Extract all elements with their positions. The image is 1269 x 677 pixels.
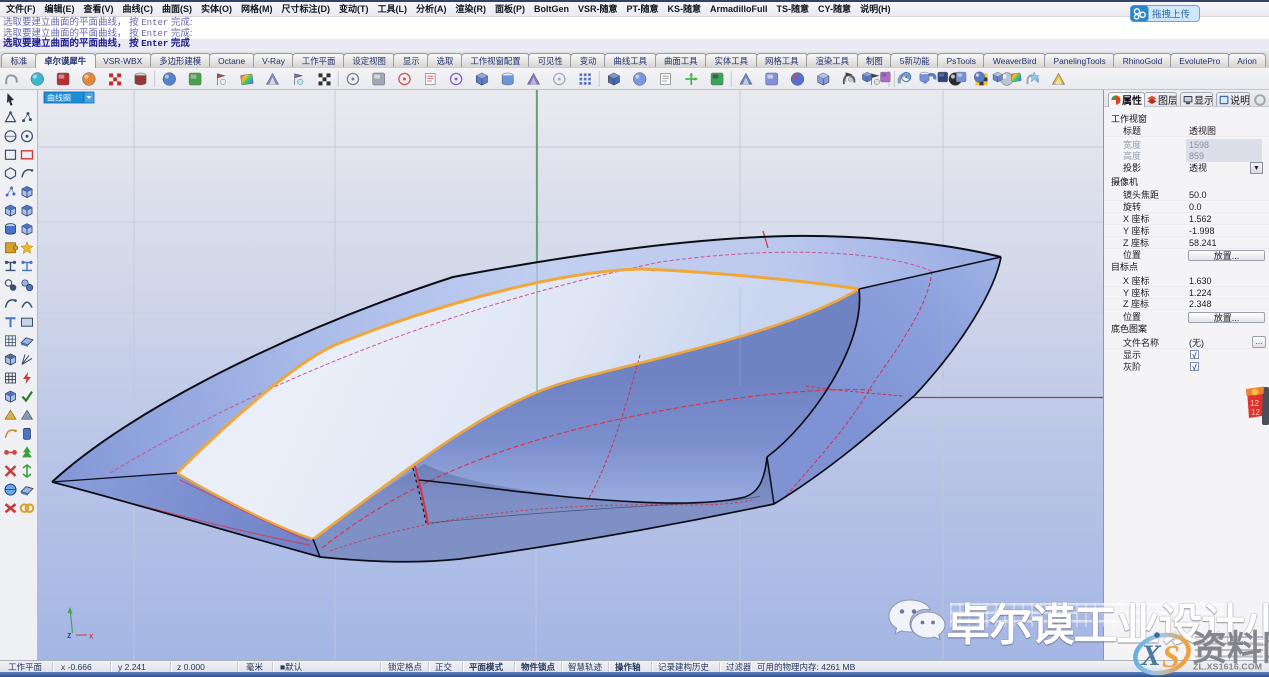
svg-text:z: z bbox=[67, 630, 72, 640]
svg-text:12: 12 bbox=[1250, 399, 1259, 408]
svg-text:ZL.XS1616.COM: ZL.XS1616.COM bbox=[1193, 662, 1262, 672]
svg-text:拖拽上传: 拖拽上传 bbox=[1152, 9, 1191, 21]
svg-text:曲线圈: 曲线圈 bbox=[47, 93, 71, 103]
svg-text:12: 12 bbox=[1251, 408, 1260, 417]
svg-text:S: S bbox=[1162, 638, 1180, 674]
svg-text:X: X bbox=[1140, 639, 1162, 672]
svg-text:x: x bbox=[89, 632, 94, 641]
